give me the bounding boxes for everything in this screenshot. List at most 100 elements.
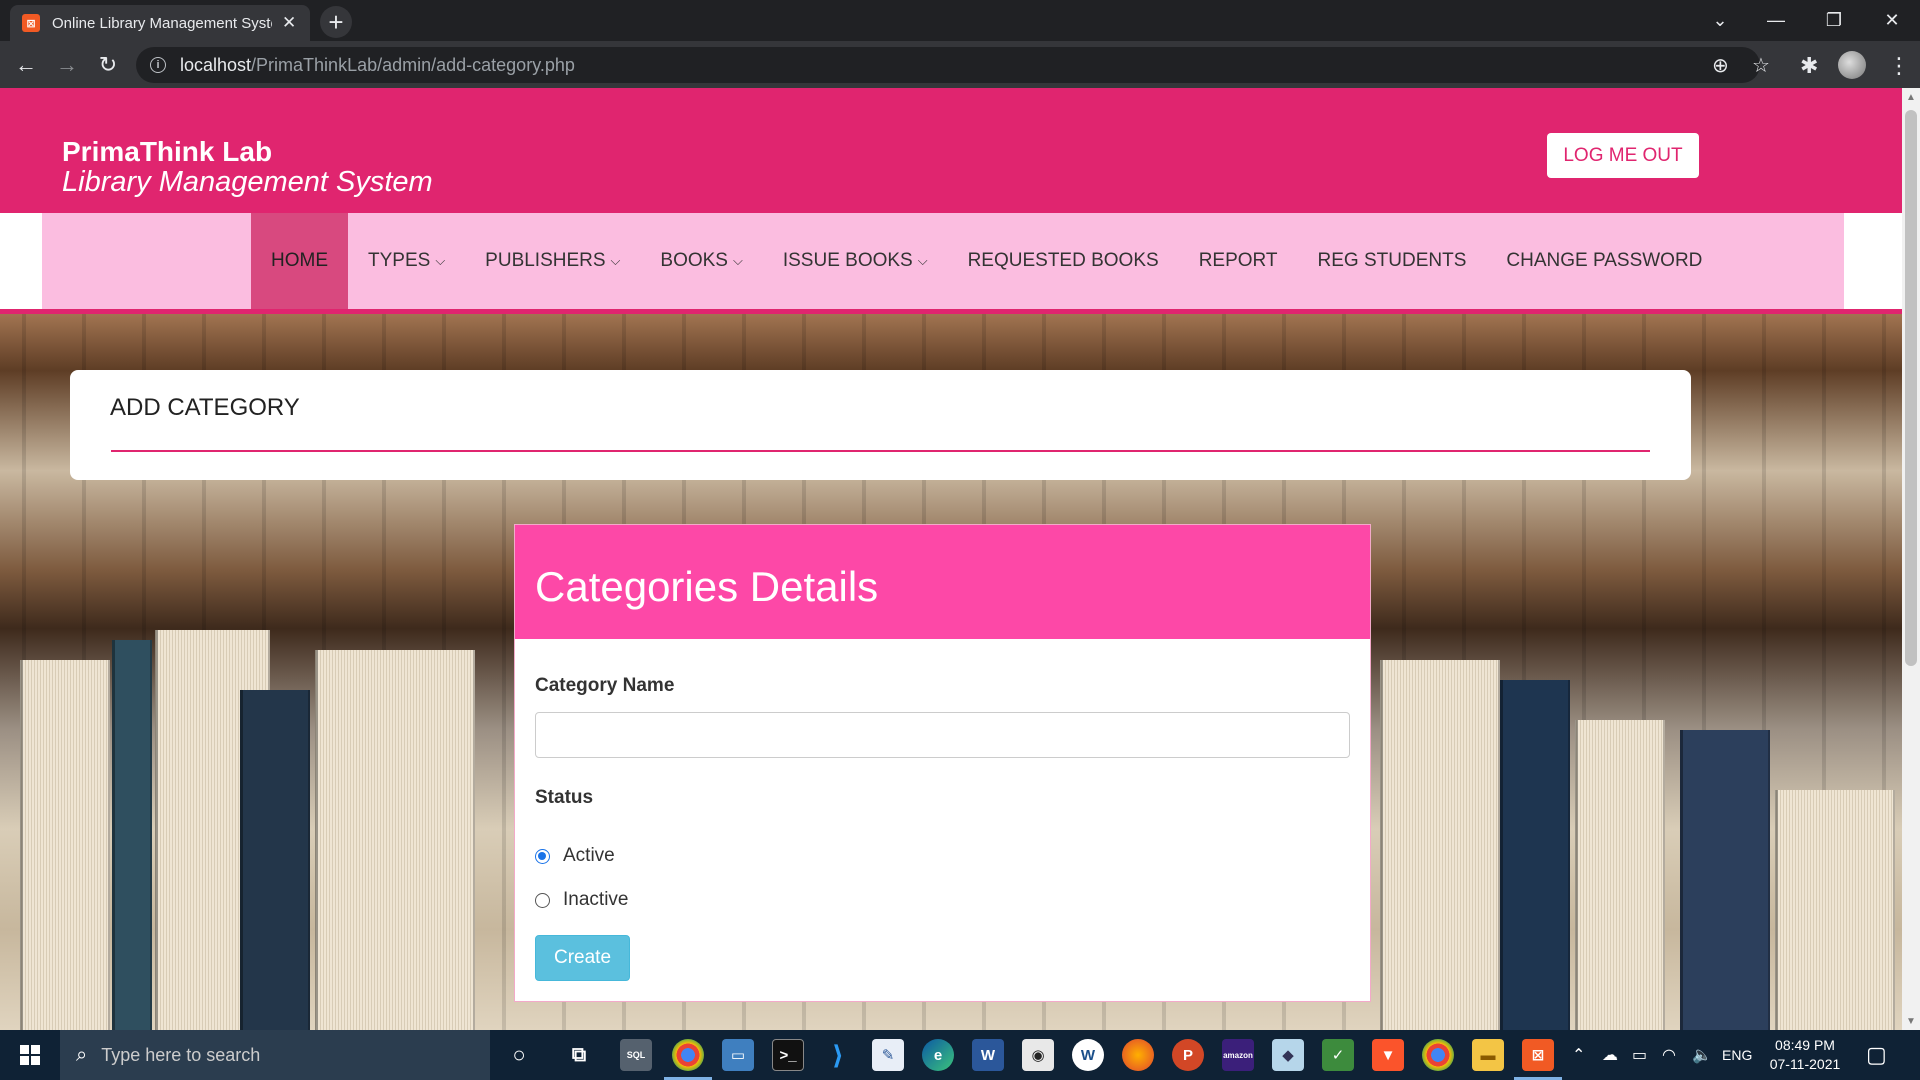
page-scrollbar[interactable]: ▲ ▼ bbox=[1902, 88, 1920, 1030]
chevron-down-icon: ⌵ bbox=[732, 253, 743, 268]
tray-overflow-icon[interactable]: ⌃ bbox=[1572, 1030, 1585, 1080]
word-icon[interactable]: W bbox=[972, 1039, 1004, 1071]
chevron-down-icon: ⌵ bbox=[917, 253, 928, 268]
status-label: Status bbox=[535, 787, 594, 808]
clock-time: 08:49 PM bbox=[1775, 1037, 1835, 1053]
nav-item-report[interactable]: REPORT bbox=[1179, 213, 1298, 309]
inactive-radio[interactable] bbox=[535, 892, 550, 908]
scrollbar-thumb[interactable] bbox=[1905, 110, 1917, 666]
tab-search-icon[interactable]: ⌄ bbox=[1692, 0, 1748, 41]
category-form-card: Categories Details Category Name Status … bbox=[514, 524, 1371, 1002]
taskbar-search[interactable]: ⌕ Type here to search bbox=[60, 1030, 490, 1080]
taskbar-clock[interactable]: 08:49 PM 07-11-2021 bbox=[1760, 1036, 1850, 1074]
reload-icon[interactable]: ↻ bbox=[92, 49, 124, 81]
nav-item-types[interactable]: TYPES ⌵ bbox=[348, 213, 465, 309]
url-host: localhost bbox=[180, 54, 252, 75]
page-title-panel: ADD CATEGORY bbox=[70, 370, 1691, 480]
create-button[interactable]: Create bbox=[535, 935, 630, 981]
cortana-icon[interactable]: ○ bbox=[503, 1039, 535, 1071]
browser-menu-icon[interactable]: ⋮ bbox=[1888, 53, 1910, 79]
xampp-favicon-icon: ⊠ bbox=[22, 14, 40, 32]
bookmark-star-icon[interactable]: ☆ bbox=[1752, 53, 1770, 78]
amazon-music-icon[interactable]: amazon bbox=[1222, 1039, 1254, 1071]
onedrive-icon[interactable]: ☁ bbox=[1602, 1030, 1618, 1080]
category-name-input[interactable] bbox=[535, 712, 1350, 758]
vscode-icon[interactable]: ⟩ bbox=[822, 1039, 854, 1071]
brand-subtitle: Library Management System bbox=[62, 166, 433, 198]
zoom-icon[interactable]: ⊕ bbox=[1712, 53, 1729, 78]
tab-close-icon[interactable]: ✕ bbox=[282, 13, 296, 33]
active-radio[interactable] bbox=[535, 848, 550, 864]
nav-item-issue-books[interactable]: ISSUE BOOKS ⌵ bbox=[763, 213, 948, 309]
logout-button[interactable]: LOG ME OUT bbox=[1547, 133, 1699, 178]
restore-button[interactable]: ❐ bbox=[1806, 0, 1862, 41]
terminal-icon[interactable]: >_ bbox=[772, 1039, 804, 1071]
volume-icon[interactable]: 🔈 bbox=[1692, 1030, 1712, 1080]
category-name-label: Category Name bbox=[535, 675, 675, 696]
nav-item-label: HOME bbox=[271, 250, 328, 271]
extensions-puzzle-icon[interactable]: ✱ bbox=[1800, 53, 1818, 79]
profile-avatar[interactable] bbox=[1838, 51, 1866, 79]
title-divider bbox=[111, 450, 1650, 452]
site-header: PrimaThink Lab Library Management System… bbox=[0, 88, 1902, 213]
nav-divider bbox=[0, 309, 1902, 314]
browser-toolbar: ← → ↻ i localhost/PrimaThinkLab/admin/ad… bbox=[0, 41, 1920, 88]
start-button[interactable] bbox=[0, 1030, 60, 1080]
chrome-profile-icon[interactable] bbox=[1422, 1039, 1454, 1071]
sheets-app-icon[interactable]: ✓ bbox=[1322, 1039, 1354, 1071]
task-view-icon[interactable]: ⧉ bbox=[563, 1039, 595, 1071]
nav-item-reg-students[interactable]: REG STUDENTS bbox=[1298, 213, 1487, 309]
firefox-icon[interactable] bbox=[1122, 1039, 1154, 1071]
file-explorer-icon[interactable]: ▬ bbox=[1472, 1039, 1504, 1071]
app-w-icon[interactable]: W bbox=[1072, 1039, 1104, 1071]
nav-item-change-password[interactable]: CHANGE PASSWORD bbox=[1486, 213, 1722, 309]
xampp-icon[interactable]: ⊠ bbox=[1522, 1039, 1554, 1071]
nav-item-requested-books[interactable]: REQUESTED BOOKS bbox=[948, 213, 1179, 309]
nav-item-label: REQUESTED BOOKS bbox=[967, 250, 1159, 271]
web-page: PrimaThink Lab Library Management System… bbox=[0, 88, 1902, 1030]
chrome-icon[interactable] bbox=[672, 1039, 704, 1071]
browser-tab-strip: ⊠ Online Library Management System ✕ + ⌄… bbox=[0, 0, 1920, 41]
powerpoint-icon[interactable]: P bbox=[1172, 1039, 1204, 1071]
camera-icon[interactable]: ◉ bbox=[1022, 1039, 1054, 1071]
address-bar[interactable]: i localhost/PrimaThinkLab/admin/add-cate… bbox=[136, 47, 1770, 83]
wifi-icon[interactable]: ◠ bbox=[1662, 1030, 1676, 1080]
windows-taskbar: ⌕ Type here to search ○ ⧉ SQL ▭ >_ ⟩ ✎ e… bbox=[0, 1030, 1920, 1080]
brand-name: PrimaThink Lab bbox=[62, 136, 273, 167]
nav-item-publishers[interactable]: PUBLISHERS ⌵ bbox=[465, 213, 640, 309]
nav-item-label: ISSUE BOOKS bbox=[782, 250, 913, 271]
edge-icon[interactable]: e bbox=[922, 1039, 954, 1071]
main-nav: HOME TYPES ⌵ PUBLISHERS ⌵ BOOKS ⌵ ISSUE BOO… bbox=[42, 213, 1844, 309]
forward-arrow-icon[interactable]: → bbox=[51, 49, 83, 81]
status-inactive-option[interactable]: Inactive bbox=[535, 889, 628, 911]
notes-icon[interactable]: ✎ bbox=[872, 1039, 904, 1071]
battery-icon[interactable]: ▭ bbox=[1632, 1030, 1647, 1080]
window-close-button[interactable]: ✕ bbox=[1864, 0, 1920, 41]
scroll-down-icon[interactable]: ▼ bbox=[1902, 1012, 1920, 1030]
notification-icon[interactable]: ▢ bbox=[1866, 1042, 1887, 1068]
nav-container: HOME TYPES ⌵ PUBLISHERS ⌵ BOOKS ⌵ ISSUE BOO… bbox=[0, 213, 1902, 309]
sticky-app-icon[interactable]: ◆ bbox=[1272, 1039, 1304, 1071]
browser-tab[interactable]: ⊠ Online Library Management System ✕ bbox=[10, 5, 310, 41]
nav-item-home[interactable]: HOME bbox=[251, 213, 348, 309]
inactive-label: Inactive bbox=[563, 889, 629, 910]
sql-tool-icon[interactable]: SQL bbox=[620, 1039, 652, 1071]
active-label: Active bbox=[563, 845, 615, 866]
site-info-icon[interactable]: i bbox=[150, 57, 166, 73]
this-pc-icon[interactable]: ▭ bbox=[722, 1039, 754, 1071]
scroll-up-icon[interactable]: ▲ bbox=[1902, 88, 1920, 106]
new-tab-button[interactable]: + bbox=[320, 6, 352, 38]
nav-item-label: TYPES bbox=[368, 250, 431, 271]
nav-item-label: REPORT bbox=[1198, 250, 1278, 271]
nav-item-label: BOOKS bbox=[660, 250, 728, 271]
windows-logo-icon bbox=[20, 1045, 40, 1065]
nav-item-books[interactable]: BOOKS ⌵ bbox=[640, 213, 762, 309]
brave-icon[interactable]: ▼ bbox=[1372, 1039, 1404, 1071]
language-indicator[interactable]: ENG bbox=[1722, 1030, 1752, 1080]
chevron-down-icon: ⌵ bbox=[435, 253, 446, 268]
status-active-option[interactable]: Active bbox=[535, 845, 615, 867]
search-icon: ⌕ bbox=[76, 1043, 88, 1066]
back-arrow-icon[interactable]: ← bbox=[10, 49, 42, 81]
clock-date: 07-11-2021 bbox=[1769, 1056, 1841, 1072]
minimize-button[interactable]: — bbox=[1748, 0, 1804, 41]
